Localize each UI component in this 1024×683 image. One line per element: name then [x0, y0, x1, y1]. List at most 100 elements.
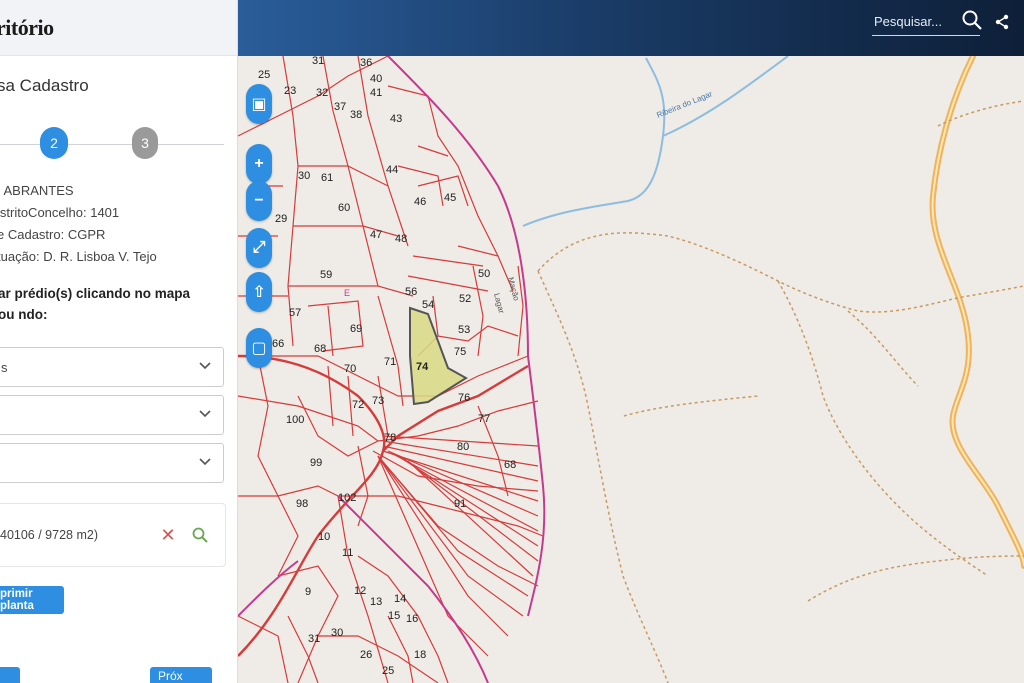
plot-label[interactable]: 9: [305, 586, 311, 598]
search-icon[interactable]: [961, 9, 983, 31]
trails: [537, 100, 1024, 683]
plot-label[interactable]: 41: [370, 87, 382, 99]
plot-label[interactable]: 66: [272, 338, 284, 350]
map-canvas[interactable]: Ribeira do Lagar Mação Lagar 25 31 36 40…: [238, 56, 1024, 683]
plot-label[interactable]: 54: [422, 299, 434, 311]
next-button[interactable]: Próx: [150, 667, 212, 683]
selected-plot-card: 40106 / 9728 m2) ✕: [0, 503, 226, 567]
top-bar: Pesquisar...: [238, 0, 1024, 56]
plot-label[interactable]: 48: [395, 233, 407, 245]
info-jurisdiction: tuação: D. R. Lisboa V. Tejo: [0, 249, 157, 264]
stepper-line: [0, 144, 224, 145]
plot-label[interactable]: 78: [384, 432, 396, 444]
image-icon: ▣: [251, 96, 267, 113]
plot-label[interactable]: 60: [338, 202, 350, 214]
info-municipality: : ABRANTES: [0, 183, 74, 198]
plot-label[interactable]: 25: [258, 69, 270, 81]
plot-label[interactable]: 45: [444, 192, 456, 204]
plot-label[interactable]: 43: [390, 113, 402, 125]
cadastre-map[interactable]: Ribeira do Lagar Mação Lagar 25 31 36 40…: [238, 56, 1024, 683]
parcel-lines: [238, 56, 544, 683]
zoom-to-plot-icon[interactable]: [191, 526, 209, 544]
plot-label[interactable]: 56: [405, 286, 417, 298]
plot-label[interactable]: 40: [370, 73, 382, 85]
stream: [522, 57, 666, 227]
plot-label[interactable]: 91: [454, 498, 466, 510]
plot-label[interactable]: 53: [458, 324, 470, 336]
plot-label[interactable]: 23: [284, 85, 296, 97]
chevron-down-icon: [199, 458, 211, 466]
search-input[interactable]: Pesquisar...: [874, 14, 942, 29]
extent-button[interactable]: ▢: [246, 328, 272, 368]
plot-label[interactable]: 36: [360, 57, 372, 69]
plot-label[interactable]: 76: [458, 392, 470, 404]
plot-label[interactable]: 10: [318, 531, 330, 543]
plot-label[interactable]: 77: [478, 413, 490, 425]
plot-label[interactable]: 70: [344, 363, 356, 375]
plot-label[interactable]: 99: [310, 457, 322, 469]
plot-label[interactable]: 44: [386, 164, 398, 176]
plot-label[interactable]: 38: [350, 109, 362, 121]
plot-label[interactable]: 72: [352, 399, 364, 411]
plot-label[interactable]: 25: [382, 665, 394, 677]
plot-label[interactable]: 31: [308, 633, 320, 645]
plot-label[interactable]: 31: [312, 56, 324, 67]
chevron-down-icon: [199, 410, 211, 418]
plot-label[interactable]: 26: [360, 649, 372, 661]
plot-label[interactable]: 57: [289, 307, 301, 319]
plot-label[interactable]: 37: [334, 101, 346, 113]
plot-label[interactable]: 50: [478, 268, 490, 280]
plot-label[interactable]: 13: [370, 596, 382, 608]
plot-label[interactable]: 15: [388, 610, 400, 622]
print-plan-button[interactable]: primir planta: [0, 586, 64, 614]
step-3[interactable]: 3: [132, 127, 158, 159]
administrative-boundary: [238, 56, 546, 683]
plot-label[interactable]: 30: [298, 170, 310, 182]
plot-label[interactable]: 12: [354, 585, 366, 597]
fullscreen-icon: ⤢: [252, 239, 266, 256]
plot-label[interactable]: 100: [286, 414, 304, 426]
extent-icon: ▢: [251, 340, 267, 357]
plot-label[interactable]: 69: [350, 323, 362, 335]
zoom-out-button[interactable]: −: [246, 181, 272, 221]
plot-area-text: 40106 / 9728 m2): [0, 528, 98, 542]
zoom-in-button[interactable]: +: [246, 144, 272, 184]
plot-label[interactable]: 14: [394, 593, 406, 605]
plot-label[interactable]: 52: [459, 293, 471, 305]
plot-label[interactable]: 32: [316, 87, 328, 99]
plot-label[interactable]: 102: [338, 492, 356, 504]
plot-label[interactable]: 98: [296, 498, 308, 510]
plot-label[interactable]: 75: [454, 346, 466, 358]
share-icon[interactable]: [994, 14, 1010, 30]
plot-label[interactable]: 30: [331, 627, 343, 639]
back-button[interactable]: [0, 667, 20, 683]
plot-label[interactable]: 18: [414, 649, 426, 661]
info-district-council: istritoConcelho: 1401: [0, 205, 120, 220]
plot-label[interactable]: 16: [406, 613, 418, 625]
north-arrow-button[interactable]: ⇧: [246, 272, 272, 312]
fullscreen-button[interactable]: ⤢: [246, 228, 272, 268]
remove-plot-button[interactable]: ✕: [159, 526, 177, 544]
select-1[interactable]: s: [0, 347, 224, 387]
panel-title: ritório: [0, 14, 54, 40]
road: [929, 56, 1024, 569]
plot-label[interactable]: 46: [414, 196, 426, 208]
step-2[interactable]: 2: [40, 127, 68, 159]
image-button[interactable]: ▣: [246, 84, 272, 124]
plot-label[interactable]: 11: [342, 547, 353, 559]
plot-label[interactable]: 47: [370, 229, 382, 241]
plot-label[interactable]: 61: [321, 172, 333, 184]
select-1-value: s: [1, 359, 8, 375]
plot-label[interactable]: 80: [457, 441, 469, 453]
select-2[interactable]: [0, 395, 224, 435]
plot-label[interactable]: 74: [416, 361, 429, 373]
plot-label[interactable]: 68: [504, 459, 516, 471]
plot-label[interactable]: 73: [372, 395, 384, 407]
plot-label: E: [344, 288, 350, 298]
road-label-2: Lagar: [492, 292, 506, 314]
plot-label[interactable]: 71: [384, 356, 396, 368]
plot-label[interactable]: 29: [275, 213, 287, 225]
select-3[interactable]: [0, 443, 224, 483]
plot-label[interactable]: 68: [314, 343, 326, 355]
plot-label[interactable]: 59: [320, 269, 332, 281]
